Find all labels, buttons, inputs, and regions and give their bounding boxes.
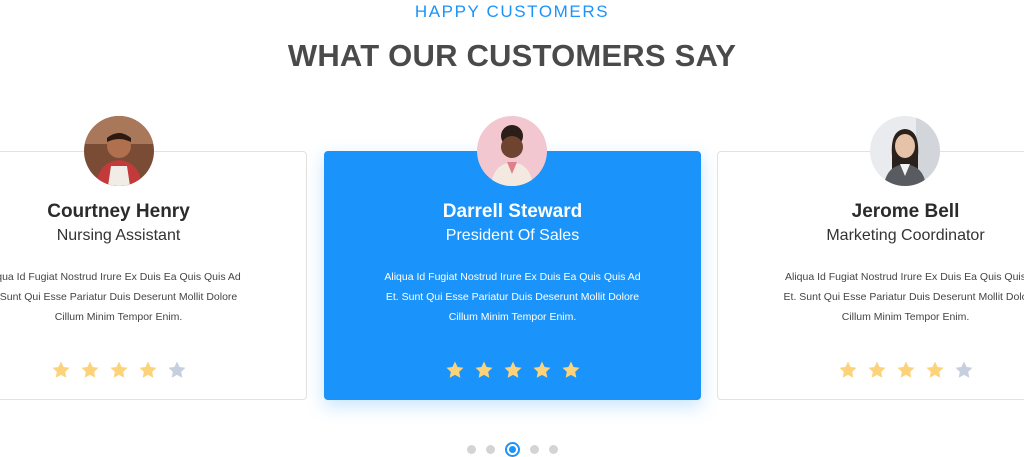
star-rating [718, 360, 1024, 380]
pagination-dot[interactable] [466, 445, 476, 454]
quote-line: Cillum Minim Tempor Enim. [841, 311, 970, 323]
star-filled-icon [839, 361, 856, 378]
star-filled-icon [446, 361, 463, 378]
quote-line: Cillum Minim Tempor Enim. [448, 311, 577, 323]
quote-line: Cillum Minim Tempor Enim. [54, 311, 183, 323]
testimonial-quote: Aliqua Id Fugiat Nostrud Irure Ex Duis E… [365, 267, 660, 327]
quote-line: Et. Sunt Qui Esse Pariatur Duis Deserunt… [385, 291, 640, 303]
star-filled-icon [110, 361, 127, 378]
quote-line: Et. Sunt Qui Esse Pariatur Duis Deserunt… [783, 291, 1024, 303]
testimonial-card-courtney-henry[interactable]: Courtney Henry Nursing Assistant qua Id … [0, 151, 307, 400]
pagination-dot-active[interactable] [504, 442, 520, 457]
testimonial-role: President Of Sales [445, 227, 580, 244]
pagination-dot[interactable] [485, 445, 495, 454]
star-empty-icon [168, 361, 185, 378]
star-filled-icon [562, 361, 579, 378]
testimonial-quote: Aliqua Id Fugiat Nostrud Irure Ex Duis E… [758, 267, 1024, 327]
testimonial-name: Darrell Steward [442, 201, 583, 222]
pagination-dot[interactable] [529, 445, 539, 454]
avatar-courtney-henry [84, 116, 154, 186]
star-rating [0, 360, 306, 380]
carousel-pagination [0, 442, 1024, 457]
quote-line: qua Id Fugiat Nostrud Irure Ex Duis Ea Q… [0, 271, 241, 283]
star-rating [325, 360, 700, 380]
quote-line: Sunt Qui Esse Pariatur Duis Deserunt Mol… [0, 291, 238, 303]
testimonial-card-jerome-bell[interactable]: Jerome Bell Marketing Coordinator Aliqua… [717, 151, 1024, 400]
testimonial-name: Courtney Henry [47, 201, 190, 222]
avatar-darrell-steward [477, 116, 547, 186]
section-eyebrow: HAPPY CUSTOMERS [414, 2, 610, 21]
star-filled-icon [504, 361, 521, 378]
section-title: WHAT OUR CUSTOMERS SAY [287, 38, 737, 73]
testimonial-quote: qua Id Fugiat Nostrud Irure Ex Duis Ea Q… [0, 267, 266, 327]
star-filled-icon [926, 361, 943, 378]
star-filled-icon [868, 361, 885, 378]
star-filled-icon [897, 361, 914, 378]
quote-line: Aliqua Id Fugiat Nostrud Irure Ex Duis E… [384, 271, 641, 283]
star-filled-icon [475, 361, 492, 378]
star-filled-icon [81, 361, 98, 378]
pagination-dot[interactable] [548, 445, 558, 454]
star-filled-icon [52, 361, 69, 378]
star-empty-icon [955, 361, 972, 378]
testimonials-section: HAPPY CUSTOMERS WHAT OUR CUSTOMERS SAY C… [0, 0, 1024, 457]
testimonial-card-darrell-steward[interactable]: Darrell Steward President Of Sales Aliqu… [324, 151, 701, 400]
quote-line: Aliqua Id Fugiat Nostrud Irure Ex Duis E… [784, 271, 1024, 283]
avatar-jerome-bell [870, 116, 940, 186]
testimonial-role: Nursing Assistant [56, 227, 181, 244]
star-filled-icon [533, 361, 550, 378]
testimonial-name: Jerome Bell [851, 201, 960, 222]
star-filled-icon [139, 361, 156, 378]
testimonial-role: Marketing Coordinator [826, 227, 985, 244]
